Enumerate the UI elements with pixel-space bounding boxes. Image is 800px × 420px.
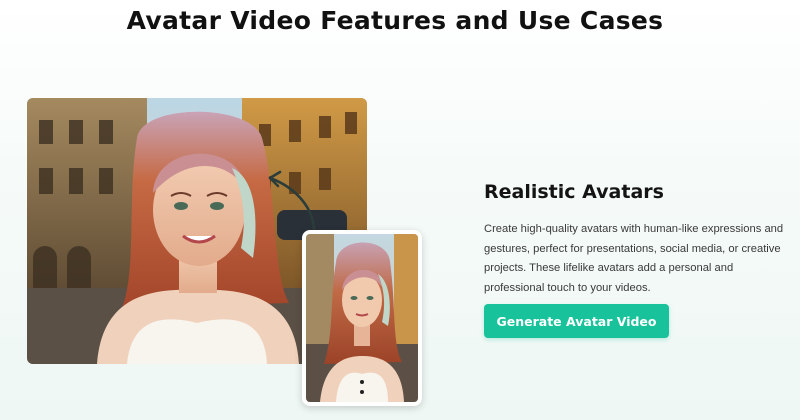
page-title: Avatar Video Features and Use Cases — [126, 6, 664, 35]
feature-description: Create high-quality avatars with human-l… — [484, 223, 784, 294]
avatar-thumbnail-image — [302, 230, 422, 406]
generate-avatar-video-button[interactable]: Generate Avatar Video — [484, 304, 669, 338]
feature-title: Realistic Avatars — [484, 181, 664, 203]
curved-arrow-icon — [262, 166, 322, 240]
